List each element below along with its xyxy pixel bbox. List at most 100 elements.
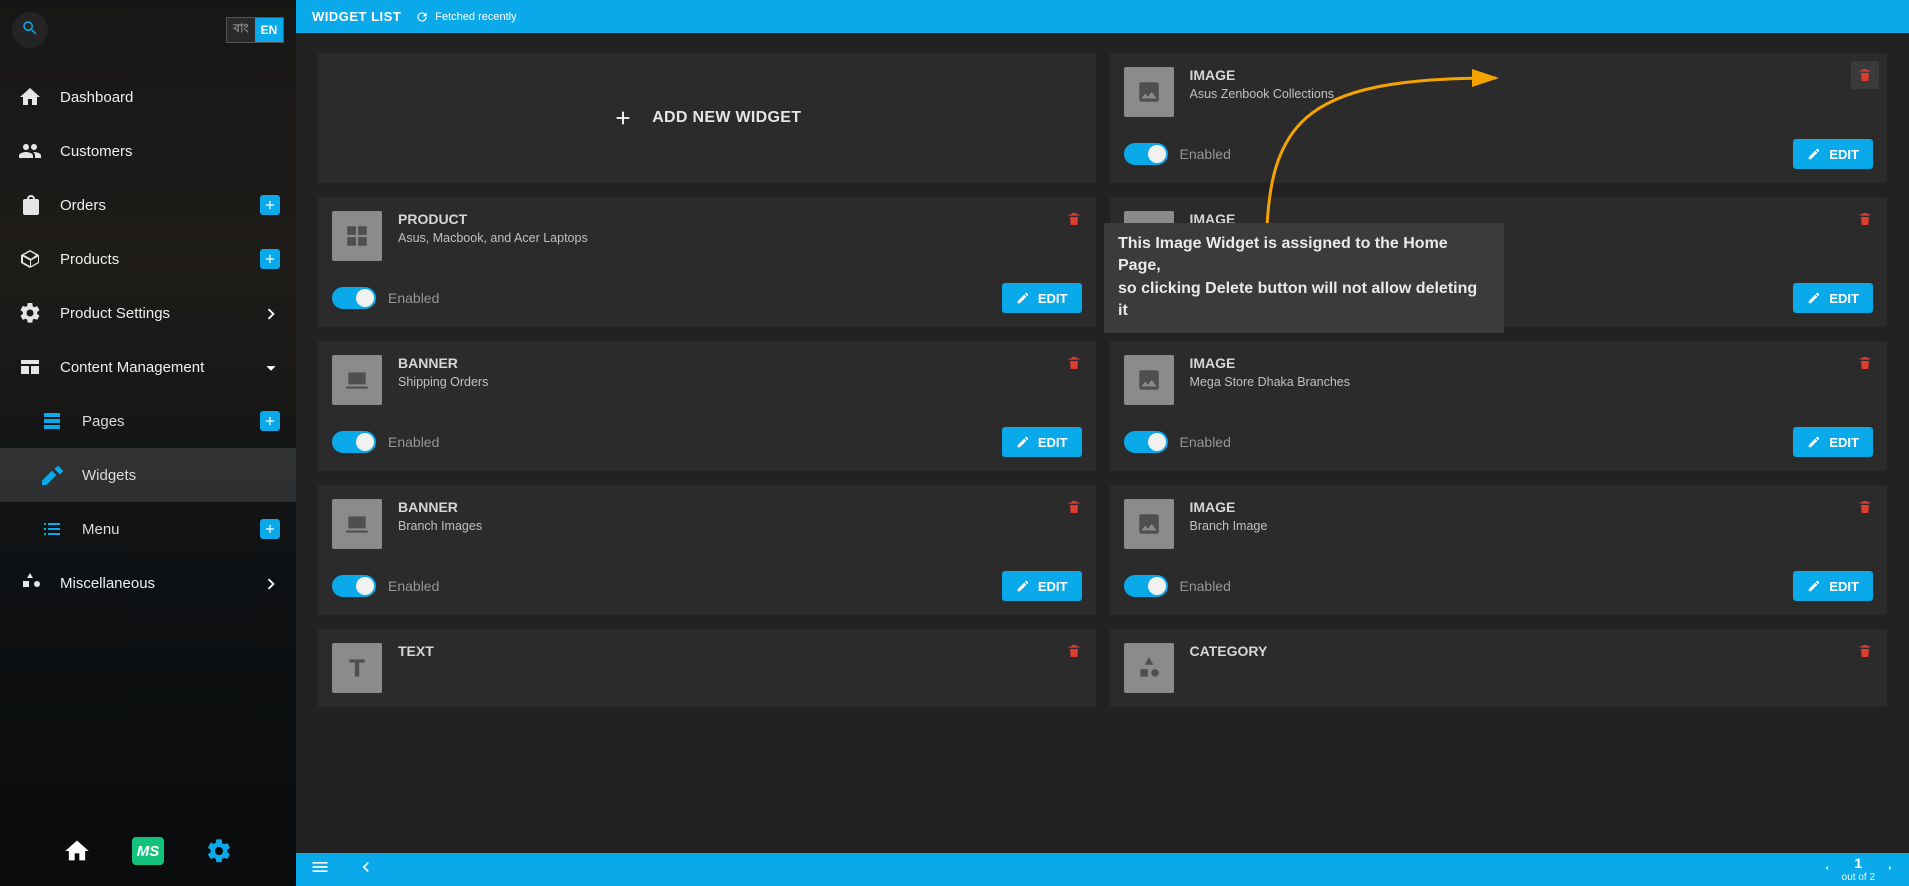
bag-icon xyxy=(18,193,42,217)
home-icon xyxy=(18,85,42,109)
sidebar-item-products[interactable]: Products xyxy=(0,232,296,286)
page-outof: out of 2 xyxy=(1842,872,1875,883)
widget-kind: PRODUCT xyxy=(398,211,588,227)
refresh-button[interactable]: Fetched recently xyxy=(415,10,516,24)
fetched-label: Fetched recently xyxy=(435,11,516,23)
sidebar-item-product-settings[interactable]: Product Settings xyxy=(0,286,296,340)
image-icon xyxy=(1124,355,1174,405)
page-number: 1 xyxy=(1854,856,1862,871)
back-button[interactable] xyxy=(356,857,376,882)
sidebar-item-customers[interactable]: Customers xyxy=(0,124,296,178)
edit-button[interactable]: EDIT xyxy=(1793,571,1873,601)
delete-button[interactable] xyxy=(1851,637,1879,665)
edit-button[interactable]: EDIT xyxy=(1002,283,1082,313)
widget-kind: TEXT xyxy=(398,643,434,659)
delete-button[interactable] xyxy=(1851,493,1879,521)
enabled-toggle[interactable] xyxy=(1124,575,1168,597)
widget-kind: BANNER xyxy=(398,355,488,371)
widget-kind: IMAGE xyxy=(1190,67,1335,83)
widget-card: BANNER Branch Images Enabled EDIT xyxy=(318,485,1096,615)
lang-bn[interactable]: বাং xyxy=(227,18,255,42)
pencil-icon xyxy=(1807,291,1821,305)
image-icon xyxy=(1124,67,1174,117)
widget-subtitle: Mega Store Dhaka Branches xyxy=(1190,375,1351,389)
delete-button[interactable] xyxy=(1851,205,1879,233)
triangle-left-icon xyxy=(1822,863,1832,873)
sidebar-item-menu[interactable]: Menu xyxy=(0,502,296,556)
menu-button[interactable] xyxy=(310,857,330,882)
main-content: ADD NEW WIDGET IMAGE Asus Zenbook Collec… xyxy=(296,33,1909,853)
widget-kind: IMAGE xyxy=(1190,355,1351,371)
trash-icon xyxy=(1857,498,1873,516)
sidebar-item-widgets[interactable]: Widgets xyxy=(0,448,296,502)
enabled-toggle[interactable] xyxy=(332,431,376,453)
settings-button[interactable] xyxy=(202,834,236,868)
home-button[interactable] xyxy=(60,834,94,868)
widget-card: IMAGE Asus Zenbook Collections Enabled E… xyxy=(1110,53,1888,183)
add-order-button[interactable] xyxy=(260,195,280,215)
sidebar-item-label: Content Management xyxy=(60,359,204,376)
sidebar-item-dashboard[interactable]: Dashboard xyxy=(0,70,296,124)
sidebar-item-label: Products xyxy=(60,251,119,268)
page-prev[interactable] xyxy=(1822,862,1832,876)
sidebar: বাং EN Dashboard Customers Orders Produc… xyxy=(0,0,296,886)
widget-card: PRODUCT Asus, Macbook, and Acer Laptops … xyxy=(318,197,1096,327)
pencil-icon xyxy=(1807,147,1821,161)
widget-card: BANNER Shipping Orders Enabled EDIT xyxy=(318,341,1096,471)
edit-button[interactable]: EDIT xyxy=(1002,427,1082,457)
sidebar-item-orders[interactable]: Orders xyxy=(0,178,296,232)
add-widget-card[interactable]: ADD NEW WIDGET xyxy=(318,53,1096,183)
annotation-line2: so clicking Delete button will not allow… xyxy=(1118,278,1490,323)
edit-button[interactable]: EDIT xyxy=(1002,571,1082,601)
bottombar: 1 out of 2 xyxy=(296,853,1909,886)
plus-icon xyxy=(612,107,634,129)
enabled-toggle[interactable] xyxy=(332,287,376,309)
enabled-label: Enabled xyxy=(1180,434,1231,450)
delete-button[interactable] xyxy=(1851,349,1879,377)
refresh-icon xyxy=(415,10,429,24)
edit-button[interactable]: EDIT xyxy=(1793,427,1873,457)
widget-kind: IMAGE xyxy=(1190,499,1268,515)
enabled-toggle[interactable] xyxy=(1124,431,1168,453)
edit-button[interactable]: EDIT xyxy=(1793,139,1873,169)
trash-icon xyxy=(1857,66,1873,84)
list-icon xyxy=(40,517,64,541)
lang-en[interactable]: EN xyxy=(255,18,283,42)
delete-button[interactable] xyxy=(1060,205,1088,233)
trash-icon xyxy=(1857,354,1873,372)
content-icon xyxy=(18,355,42,379)
menu-icon xyxy=(310,857,330,877)
trash-icon xyxy=(1066,642,1082,660)
edit-button[interactable]: EDIT xyxy=(1793,283,1873,313)
product-icon xyxy=(332,211,382,261)
chevron-right-icon xyxy=(260,573,280,593)
widget-card: IMAGE Mega Store Dhaka Branches Enabled … xyxy=(1110,341,1888,471)
category-icon xyxy=(1124,643,1174,693)
sidebar-item-label: Orders xyxy=(60,197,106,214)
sidebar-item-content-management[interactable]: Content Management xyxy=(0,340,296,394)
sidebar-item-label: Customers xyxy=(60,143,133,160)
add-menu-button[interactable] xyxy=(260,519,280,539)
trash-icon xyxy=(1066,498,1082,516)
chevron-right-icon xyxy=(260,303,280,323)
page-next[interactable] xyxy=(1885,862,1895,876)
pencil-icon xyxy=(1807,579,1821,593)
sidebar-item-label: Widgets xyxy=(82,467,136,484)
enabled-toggle[interactable] xyxy=(1124,143,1168,165)
ms-logo[interactable]: MS xyxy=(132,837,164,865)
delete-button[interactable] xyxy=(1060,493,1088,521)
pencil-icon xyxy=(1016,291,1030,305)
add-page-button[interactable] xyxy=(260,411,280,431)
page-icon xyxy=(40,409,64,433)
delete-button[interactable] xyxy=(1060,637,1088,665)
sidebar-item-pages[interactable]: Pages xyxy=(0,394,296,448)
enabled-label: Enabled xyxy=(1180,146,1231,162)
search-button[interactable] xyxy=(12,12,48,48)
sidebar-item-miscellaneous[interactable]: Miscellaneous xyxy=(0,556,296,610)
add-product-button[interactable] xyxy=(260,249,280,269)
delete-button[interactable] xyxy=(1060,349,1088,377)
language-switch[interactable]: বাং EN xyxy=(226,17,284,43)
delete-button[interactable] xyxy=(1851,61,1879,89)
enabled-toggle[interactable] xyxy=(332,575,376,597)
sidebar-item-label: Pages xyxy=(82,413,125,430)
